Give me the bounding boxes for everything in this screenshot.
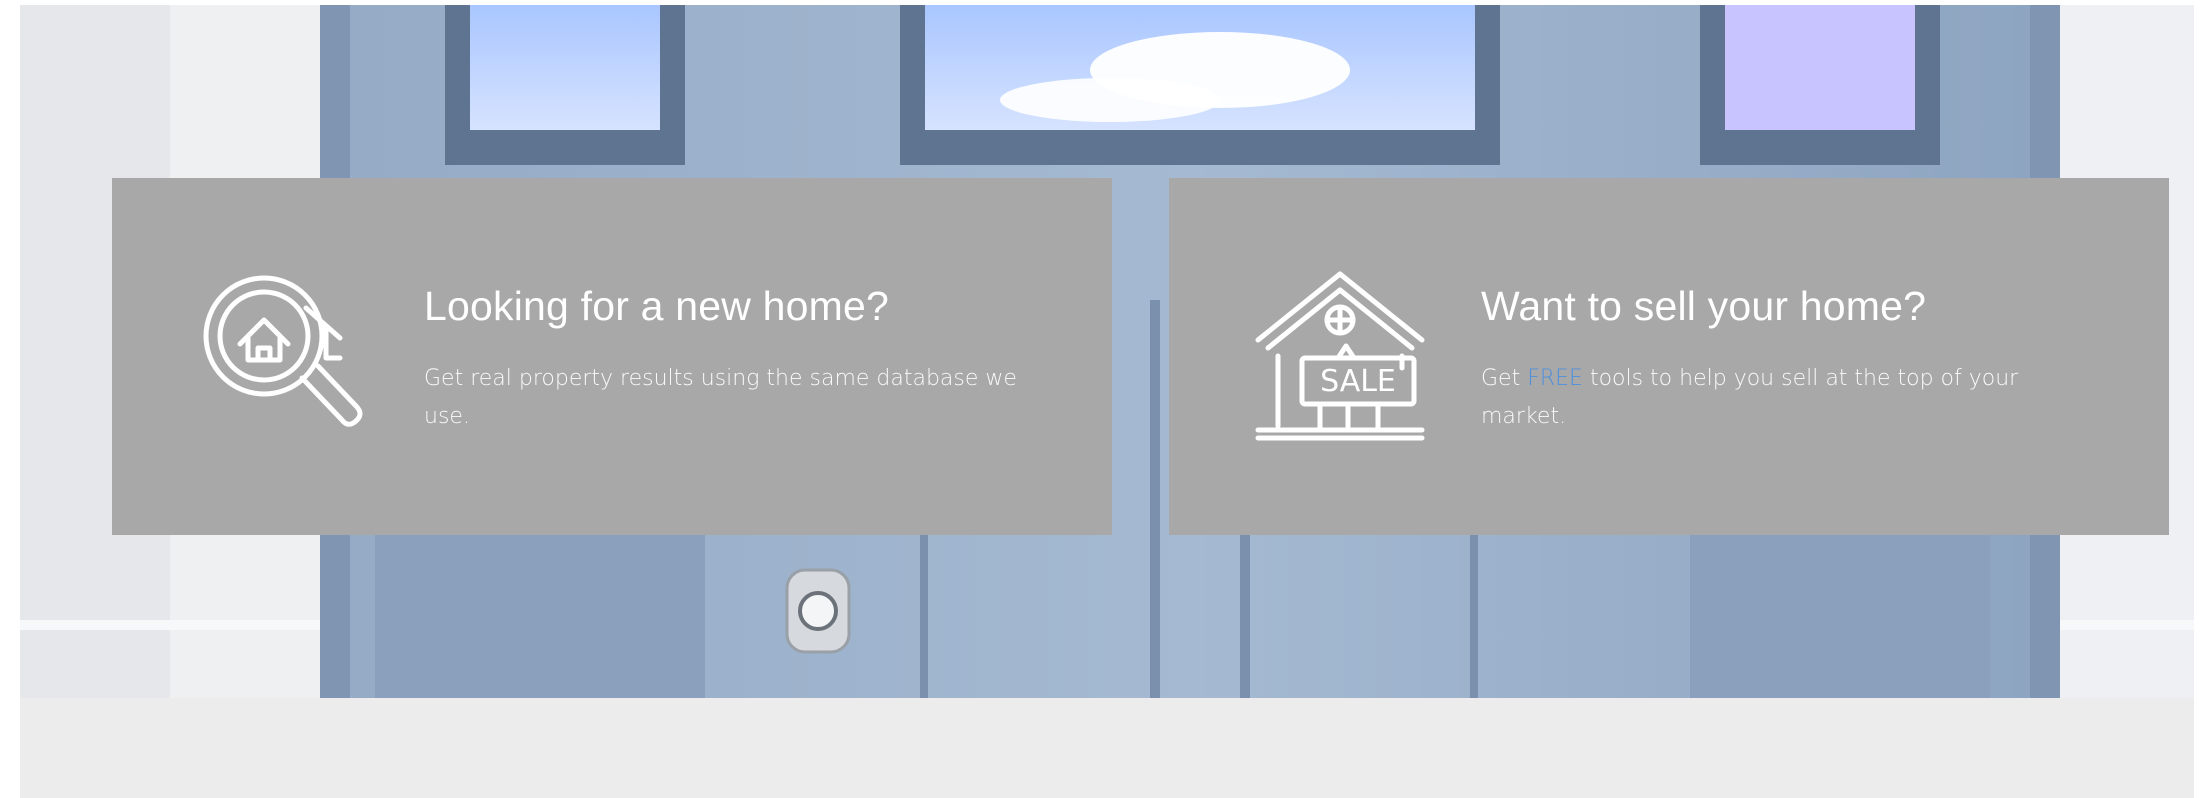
seller-card-description: Get FREE tools to help you sell at the t… — [1481, 360, 2101, 436]
buyer-card-description: Get real property results using the same… — [424, 366, 1017, 429]
seller-card[interactable]: SALE Want to sell your home? Get FREE to… — [1169, 178, 2169, 535]
seller-desc-prefix: Get — [1481, 366, 1528, 391]
buyer-card-title: Looking for a new home? — [424, 283, 890, 329]
buyer-card[interactable]: Looking for a new home? Get real propert… — [112, 178, 1112, 535]
sale-sign-text: SALE — [1320, 364, 1396, 399]
hero-banner: Looking for a new home? Get real propert… — [20, 5, 2194, 698]
seller-card-title: Want to sell your home? — [1481, 283, 1927, 329]
house-search-icon — [202, 268, 377, 443]
free-highlight: FREE — [1527, 366, 1583, 391]
page-section-background — [20, 698, 2194, 798]
house-sale-sign-icon: SALE — [1254, 268, 1429, 443]
